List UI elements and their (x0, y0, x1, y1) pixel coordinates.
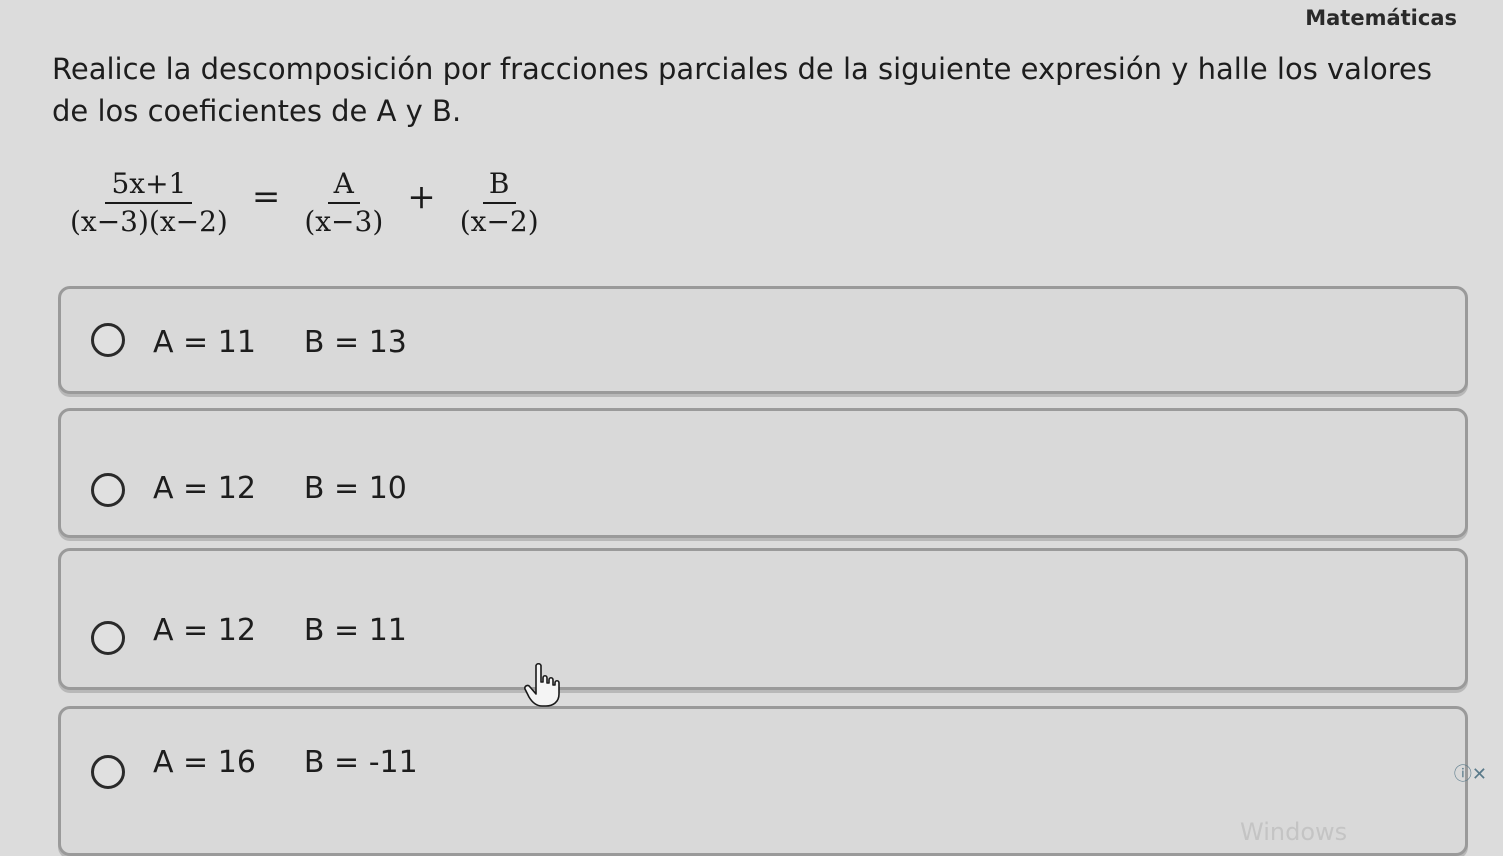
lhs-fraction: 5x+1 (x−3)(x−2) (60, 168, 238, 238)
answer-option-1-label: A = 11 B = 13 (153, 325, 407, 360)
term1-denominator: (x−3) (304, 205, 384, 238)
option-4-b-value: B = -11 (303, 745, 418, 780)
answer-option-1[interactable]: A = 11 B = 13 (58, 286, 1468, 394)
radio-unselected-icon[interactable] (91, 621, 125, 655)
answer-option-2[interactable]: A = 12 B = 10 (58, 408, 1468, 538)
option-3-a-value: A = 12 (153, 613, 256, 648)
term2-denominator: (x−2) (459, 205, 539, 238)
option-2-b-value: B = 10 (303, 471, 407, 506)
option-3-b-value: B = 11 (303, 613, 407, 648)
equation: 5x+1 (x−3)(x−2) = A (x−3) + B (x−2) (60, 168, 549, 238)
answer-option-3[interactable]: A = 12 B = 11 (58, 548, 1468, 690)
lhs-denominator: (x−3)(x−2) (70, 205, 228, 238)
option-4-a-value: A = 16 (153, 745, 256, 780)
radio-unselected-icon[interactable] (91, 755, 125, 789)
term2-fraction: B (x−2) (450, 168, 549, 238)
radio-unselected-icon[interactable] (91, 473, 125, 507)
info-close-icon[interactable]: ⓘ✕ (1454, 760, 1487, 786)
plus-sign: + (407, 177, 436, 217)
term1-numerator: A (327, 168, 360, 204)
option-1-a-value: A = 11 (153, 325, 256, 360)
radio-unselected-icon[interactable] (91, 323, 125, 357)
subject-label: Matemáticas (1305, 6, 1457, 30)
answer-option-4-label: A = 16 B = -11 (153, 745, 418, 780)
option-2-a-value: A = 12 (153, 471, 256, 506)
term1-fraction: A (x−3) (294, 168, 393, 238)
term2-numerator: B (482, 168, 516, 204)
lhs-numerator: 5x+1 (105, 168, 193, 204)
option-1-b-value: B = 13 (303, 325, 407, 360)
hand-pointer-icon (524, 662, 560, 707)
answer-option-2-label: A = 12 B = 10 (153, 471, 407, 506)
question-prompt: Realice la descomposición por fracciones… (52, 52, 1432, 128)
equals-sign: = (251, 177, 281, 217)
answer-option-3-label: A = 12 B = 11 (153, 613, 407, 648)
